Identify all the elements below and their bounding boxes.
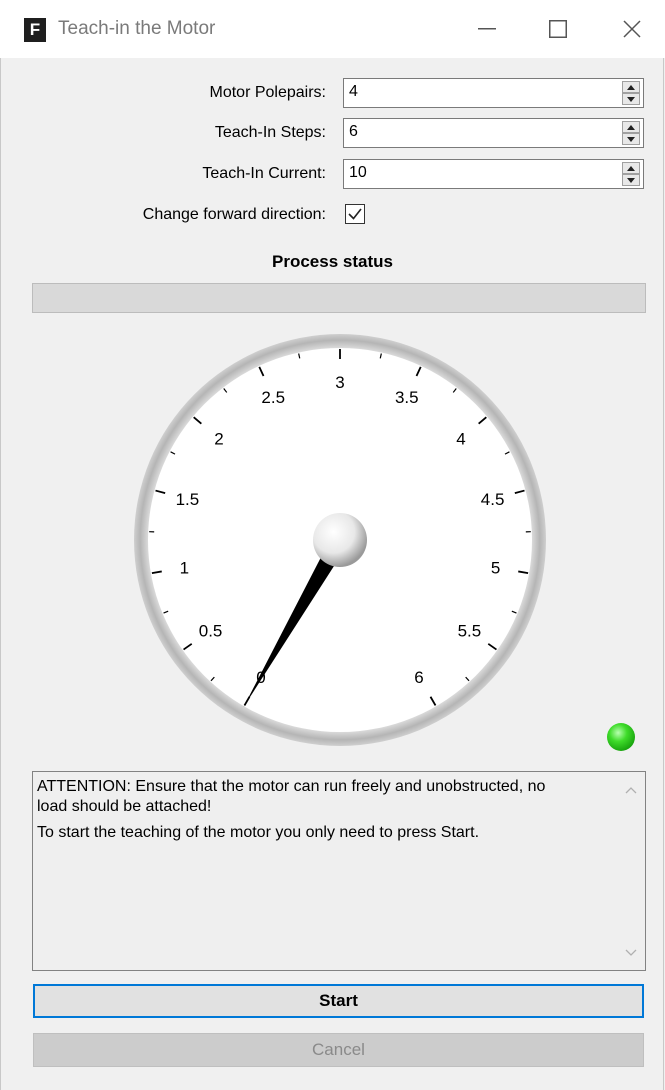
message-textbox[interactable]: ATTENTION: Ensure that the motor can run… [32, 771, 646, 971]
process-status-heading: Process status [272, 252, 393, 271]
teach-steps-label: Teach-In Steps: [214, 124, 326, 141]
forward-direction-checkbox[interactable] [345, 204, 365, 224]
gauge-tick-label: 2 [214, 429, 223, 448]
spin-up-button[interactable] [622, 121, 640, 133]
message-line: load should be attached! [37, 798, 212, 815]
spin-down-button[interactable] [622, 93, 640, 105]
gauge-tick-label: 6 [414, 668, 423, 687]
arrow-down-icon [627, 96, 635, 102]
pole-pairs-value[interactable]: 4 [349, 83, 358, 101]
arrow-down-icon [627, 136, 635, 142]
minimize-icon [478, 28, 496, 30]
spin-up-button[interactable] [622, 81, 640, 93]
gauge-tick-label: 2.5 [261, 388, 285, 407]
arrow-up-icon [627, 124, 635, 130]
spinner-buttons [622, 162, 640, 186]
status-led-indicator [607, 723, 635, 751]
scroll-up-icon [625, 786, 637, 793]
gauge-tick-label: 1.5 [176, 490, 200, 509]
spin-up-button[interactable] [622, 162, 640, 174]
spinner-buttons [622, 121, 640, 145]
arrow-down-icon [627, 177, 635, 183]
gauge-tick-label: 5.5 [458, 622, 482, 641]
gauge-tick-label: 5 [491, 558, 500, 577]
spinner-buttons [622, 81, 640, 105]
vertical-scrollbar[interactable] [618, 773, 644, 969]
app-logo-icon: F [24, 18, 46, 42]
minimize-button[interactable] [462, 8, 512, 50]
window-title: Teach-in the Motor [58, 18, 216, 39]
message-line: ATTENTION: Ensure that the motor can run… [37, 778, 546, 795]
close-icon [623, 20, 641, 38]
gauge-tick-label: 0.5 [199, 622, 223, 641]
gauge-tick-label: 4 [456, 429, 465, 448]
message-line: To start the teaching of the motor you o… [37, 824, 480, 841]
arrow-up-icon [627, 84, 635, 90]
cancel-button[interactable]: Cancel [33, 1033, 644, 1067]
title-bar: F Teach-in the Motor [0, 0, 665, 58]
scroll-down-icon [625, 949, 637, 956]
gauge-tick-label: 1 [180, 558, 189, 577]
maximize-button[interactable] [533, 8, 583, 50]
gauge-tick-label: 3.5 [395, 388, 419, 407]
scroll-down-button[interactable] [618, 939, 644, 965]
spin-down-button[interactable] [622, 133, 640, 145]
gauge-tick-label: 3 [335, 373, 344, 392]
gauge-hub [313, 513, 367, 567]
teach-current-value[interactable]: 10 [349, 164, 367, 182]
teach-steps-value[interactable]: 6 [349, 123, 358, 141]
teach-steps-spinner[interactable]: 6 [343, 118, 644, 148]
pole-pairs-label: Motor Polepairs: [209, 84, 327, 101]
close-button[interactable] [607, 8, 657, 50]
checkmark-icon [348, 208, 362, 220]
scroll-up-button[interactable] [618, 777, 644, 803]
teach-current-label: Teach-In Current: [202, 165, 326, 182]
forward-direction-label: Change forward direction: [142, 206, 326, 223]
maximize-icon [549, 20, 567, 38]
pole-pairs-spinner[interactable]: 4 [343, 78, 644, 108]
start-button[interactable]: Start [33, 984, 644, 1018]
teach-current-spinner[interactable]: 10 [343, 159, 644, 189]
process-progress-bar [32, 283, 646, 313]
arrow-up-icon [627, 165, 635, 171]
teach-in-gauge: 00.511.522.533.544.555.56 [134, 334, 546, 746]
spin-down-button[interactable] [622, 174, 640, 186]
gauge-tick-label: 4.5 [481, 490, 505, 509]
